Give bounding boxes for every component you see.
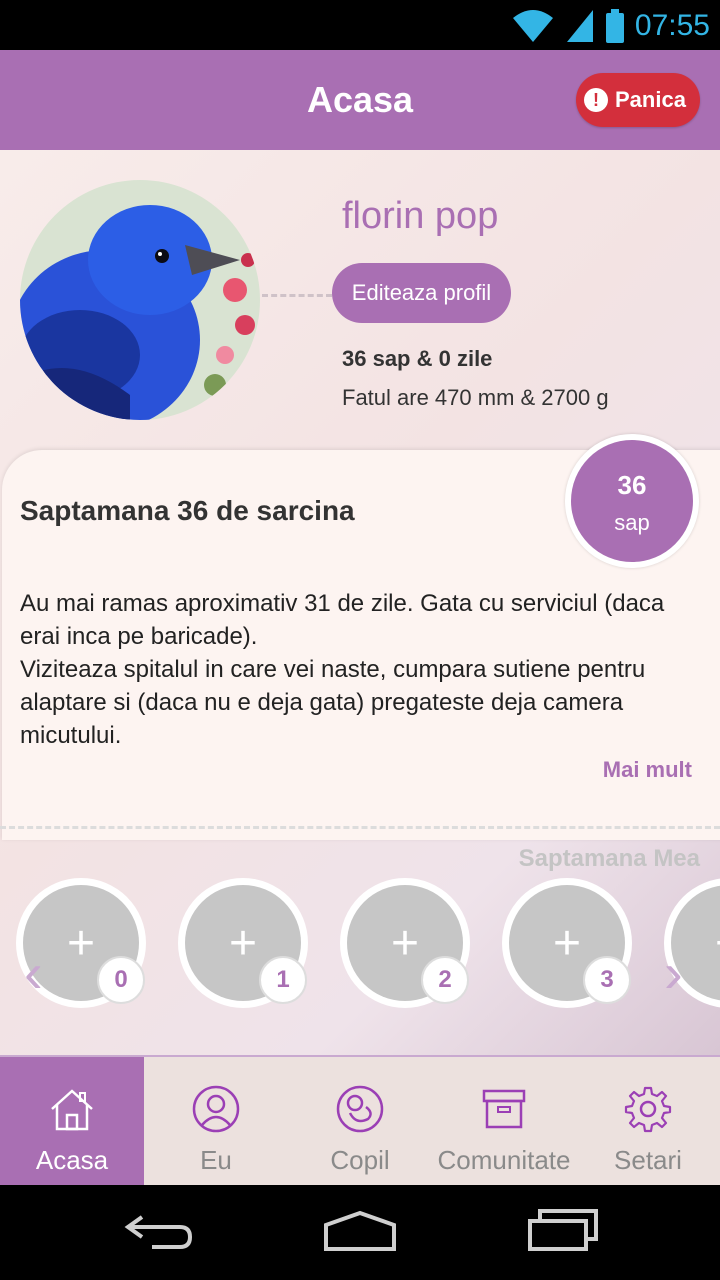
chevron-left-icon[interactable]: ‹ — [24, 940, 43, 1005]
battery-icon — [605, 9, 624, 43]
panic-button[interactable]: ! Panica — [576, 73, 700, 127]
fetus-info: Fatul are 470 mm & 2700 g — [342, 385, 609, 410]
pregnancy-age: 36 sap & 0 zile — [342, 346, 493, 371]
home-content: florin pop Editeaza profil 36 sap & 0 zi… — [0, 150, 720, 1055]
slot-count: 1 — [259, 956, 307, 1004]
section-divider — [0, 826, 720, 829]
baby-icon — [336, 1085, 384, 1133]
wifi-icon — [512, 10, 553, 42]
tab-comunitate[interactable]: Comunitate — [432, 1057, 576, 1185]
signal-icon — [566, 10, 593, 42]
tab-acasa[interactable]: Acasa — [0, 1057, 144, 1185]
profile-name: florin pop — [342, 195, 499, 237]
photo-slot[interactable]: + 1 — [178, 878, 308, 1008]
week-badge-unit: sap — [614, 510, 650, 535]
week-card-text: Au mai ramas aproximativ 31 de zile. Gat… — [20, 590, 665, 749]
my-week-label: Saptamana Mea — [518, 845, 700, 872]
system-nav-bar — [0, 1185, 720, 1280]
tab-label: Setari — [614, 1145, 682, 1175]
home-nav-icon[interactable] — [322, 1205, 398, 1255]
back-icon[interactable] — [122, 1205, 196, 1255]
tab-label: Copil — [330, 1145, 390, 1175]
week-card-title: Saptamana 36 de sarcina — [20, 495, 355, 526]
recents-icon[interactable] — [526, 1205, 600, 1255]
avatar[interactable] — [20, 180, 260, 420]
week-badge: 36 sap — [565, 434, 699, 568]
bottom-nav: Acasa Eu Copil Comunitate Setari — [0, 1055, 720, 1185]
edit-profile-button[interactable]: Editeaza profil — [332, 263, 511, 323]
tab-copil[interactable]: Copil — [288, 1057, 432, 1185]
slot-count: 2 — [421, 956, 469, 1004]
home-icon — [51, 1089, 93, 1131]
profile-connector — [262, 294, 332, 297]
slot-count: 3 — [583, 956, 631, 1004]
tab-label: Comunitate — [437, 1145, 571, 1175]
gear-icon — [624, 1086, 672, 1133]
week-card: Saptamana 36 de sarcina 36 sap Au mai ra… — [2, 434, 720, 840]
tab-label: Acasa — [35, 1145, 109, 1175]
status-bar: 07:55 — [0, 0, 720, 50]
more-link[interactable]: Mai mult — [603, 757, 692, 783]
panic-label: Panica — [615, 87, 686, 112]
app-bar: Acasa ! Panica — [0, 50, 720, 150]
slot-count: 0 — [97, 956, 145, 1004]
week-badge-number: 36 — [617, 470, 647, 500]
tab-setari[interactable]: Setari — [576, 1057, 720, 1185]
tab-label: Eu — [200, 1145, 232, 1175]
tab-eu[interactable]: Eu — [144, 1057, 288, 1185]
archive-box-icon — [482, 1089, 526, 1129]
chevron-right-icon[interactable]: › — [664, 940, 683, 1005]
photo-slot[interactable]: + 3 — [502, 878, 632, 1008]
photo-slot[interactable]: + 2 — [340, 878, 470, 1008]
bird-photo — [20, 180, 260, 420]
clock: 07:55 — [634, 9, 710, 42]
warning-icon: ! — [584, 88, 608, 112]
user-icon — [192, 1085, 240, 1133]
